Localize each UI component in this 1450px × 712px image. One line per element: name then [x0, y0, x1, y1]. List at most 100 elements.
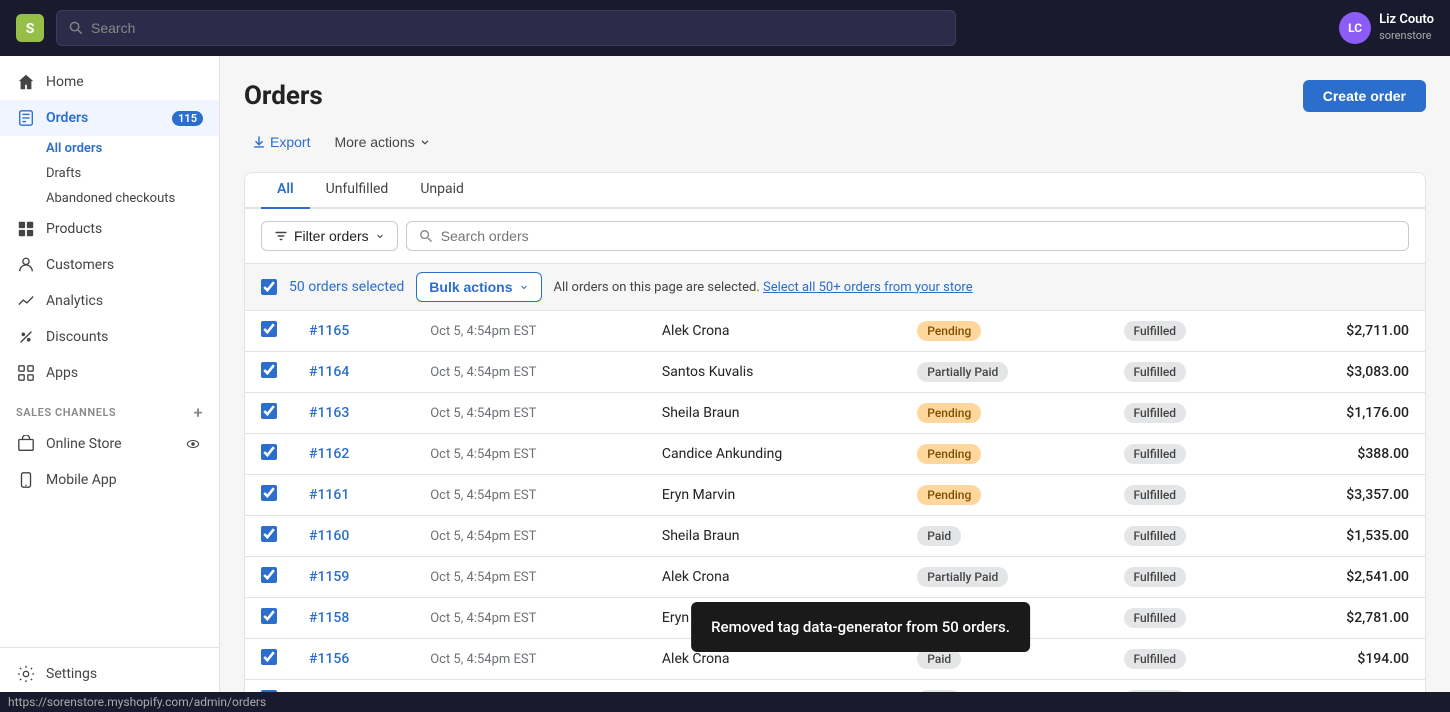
svg-text:S: S	[26, 21, 35, 37]
row-checkbox-cell[interactable]	[245, 639, 293, 680]
order-date-cell: Oct 5, 4:54pm EST	[414, 516, 646, 557]
table-row[interactable]: #1160 Oct 5, 4:54pm EST Sheila Braun Pai…	[245, 516, 1425, 557]
row-checkbox-cell[interactable]	[245, 393, 293, 434]
table-row[interactable]: #1165 Oct 5, 4:54pm EST Alek Crona Pendi…	[245, 311, 1425, 352]
search-orders-container[interactable]	[406, 221, 1409, 251]
fulfillment-badge: Fulfilled	[1124, 403, 1187, 423]
order-payment-cell: Pending	[901, 393, 1107, 434]
create-order-button[interactable]: Create order	[1303, 80, 1426, 112]
sidebar-item-products[interactable]: Products	[0, 211, 219, 247]
row-checkbox-cell[interactable]	[245, 680, 293, 693]
row-checkbox[interactable]	[261, 608, 277, 624]
table-row[interactable]: #1164 Oct 5, 4:54pm EST Santos Kuvalis P…	[245, 352, 1425, 393]
sidebar-item-customers[interactable]: Customers	[0, 247, 219, 283]
order-fulfillment-cell: Fulfilled	[1108, 475, 1267, 516]
order-number-cell: #1164	[293, 352, 414, 393]
payment-badge: Pending	[917, 321, 981, 341]
order-customer[interactable]: Eryn Marvin	[662, 487, 735, 503]
sidebar-sub-all-orders[interactable]: All orders	[46, 136, 219, 161]
order-date-cell: Oct 5, 4:54pm EST	[414, 434, 646, 475]
row-checkbox[interactable]	[261, 403, 277, 419]
order-date-cell: Oct 5, 4:54pm EST	[414, 311, 646, 352]
payment-badge: Pending	[917, 403, 981, 423]
select-all-checkbox[interactable]	[261, 279, 277, 295]
order-payment-cell: Partially Paid	[901, 557, 1107, 598]
tab-unfulfilled[interactable]: Unfulfilled	[310, 173, 405, 209]
order-customer[interactable]: Alek Crona	[662, 569, 730, 585]
sidebar-item-discounts[interactable]: Discounts	[0, 319, 219, 355]
order-customer[interactable]: Sheila Braun	[662, 528, 740, 544]
add-sales-channel-icon[interactable]: +	[194, 403, 203, 422]
tab-unpaid[interactable]: Unpaid	[404, 173, 480, 209]
order-number[interactable]: #1156	[309, 651, 349, 667]
order-number[interactable]: #1163	[309, 405, 349, 421]
order-customer-cell: Sheila Braun	[646, 516, 901, 557]
table-row[interactable]: #1161 Oct 5, 4:54pm EST Eryn Marvin Pend…	[245, 475, 1425, 516]
order-date-cell: Oct 5, 4:54pm EST	[414, 639, 646, 680]
table-row[interactable]: #1159 Oct 5, 4:54pm EST Alek Crona Parti…	[245, 557, 1425, 598]
analytics-icon	[16, 291, 36, 311]
row-checkbox-cell[interactable]	[245, 352, 293, 393]
filter-orders-button[interactable]: Filter orders	[261, 221, 398, 251]
row-checkbox-cell[interactable]	[245, 311, 293, 352]
order-customer[interactable]: Sheila Braun	[662, 405, 740, 421]
order-date: Oct 5, 4:54pm EST	[430, 611, 536, 626]
sidebar-item-online-store[interactable]: Online Store	[0, 426, 219, 462]
search-bar[interactable]	[56, 10, 956, 46]
sidebar-item-analytics[interactable]: Analytics	[0, 283, 219, 319]
order-number[interactable]: #1165	[309, 323, 349, 339]
sidebar-analytics-label: Analytics	[46, 293, 103, 309]
order-number[interactable]: #1164	[309, 364, 349, 380]
row-checkbox-cell[interactable]	[245, 516, 293, 557]
logo-area: S	[16, 14, 44, 42]
order-fulfillment-cell: Fulfilled	[1108, 598, 1267, 639]
order-number[interactable]: #1160	[309, 528, 349, 544]
row-checkbox-cell[interactable]	[245, 434, 293, 475]
select-all-link[interactable]: Select all 50+ orders from your store	[763, 280, 973, 295]
table-row[interactable]: #1163 Oct 5, 4:54pm EST Sheila Braun Pen…	[245, 393, 1425, 434]
order-date: Oct 5, 4:54pm EST	[430, 324, 536, 339]
order-customer[interactable]: Candice Ankunding	[662, 446, 782, 462]
row-checkbox-cell[interactable]	[245, 557, 293, 598]
sidebar-item-apps[interactable]: Apps	[0, 355, 219, 391]
row-checkbox[interactable]	[261, 485, 277, 501]
order-number-cell: #1163	[293, 393, 414, 434]
order-customer[interactable]: Santos Kuvalis	[662, 364, 753, 380]
export-button[interactable]: Export	[244, 128, 318, 156]
order-customer[interactable]: Alek Crona	[662, 651, 730, 667]
row-checkbox-cell[interactable]	[245, 475, 293, 516]
tab-all[interactable]: All	[261, 173, 310, 209]
order-number[interactable]: #1158	[309, 610, 349, 626]
row-checkbox[interactable]	[261, 362, 277, 378]
order-amount: $3,357.00	[1346, 487, 1409, 503]
search-orders-input[interactable]	[441, 228, 1396, 244]
sales-channels-title: SALES CHANNELS +	[0, 391, 219, 426]
more-actions-button[interactable]: More actions	[326, 128, 438, 156]
sidebar-item-home[interactable]: Home	[0, 64, 219, 100]
sidebar-item-mobile-app[interactable]: Mobile App	[0, 462, 219, 498]
row-checkbox-cell[interactable]	[245, 598, 293, 639]
order-number[interactable]: #1161	[309, 487, 349, 503]
table-row[interactable]: #1162 Oct 5, 4:54pm EST Candice Ankundin…	[245, 434, 1425, 475]
bulk-actions-button[interactable]: Bulk actions	[416, 272, 541, 302]
sidebar-item-settings[interactable]: Settings	[0, 656, 219, 692]
sidebar-sub-abandoned[interactable]: Abandoned checkouts	[46, 186, 219, 211]
row-checkbox[interactable]	[261, 321, 277, 337]
row-checkbox[interactable]	[261, 649, 277, 665]
fulfillment-badge: Fulfilled	[1124, 649, 1187, 669]
order-customer[interactable]: Alek Crona	[662, 323, 730, 339]
user-area[interactable]: LC Liz Couto sorenstore	[1339, 12, 1434, 44]
sidebar-sub-drafts[interactable]: Drafts	[46, 161, 219, 186]
order-date-cell: Oct 5, 4:54pm EST	[414, 557, 646, 598]
order-number[interactable]: #1159	[309, 569, 349, 585]
order-number[interactable]: #1162	[309, 446, 349, 462]
global-search-input[interactable]	[91, 20, 943, 36]
fulfillment-badge: Fulfilled	[1124, 608, 1187, 628]
sidebar-item-orders[interactable]: Orders 115	[0, 100, 219, 136]
row-checkbox[interactable]	[261, 567, 277, 583]
sidebar-online-store-label: Online Store	[46, 436, 122, 452]
user-store: sorenstore	[1379, 29, 1434, 43]
row-checkbox[interactable]	[261, 444, 277, 460]
table-row[interactable]: #1157 Oct 5, 4:54pm EST Baby... Paid Ful…	[245, 680, 1425, 693]
row-checkbox[interactable]	[261, 526, 277, 542]
